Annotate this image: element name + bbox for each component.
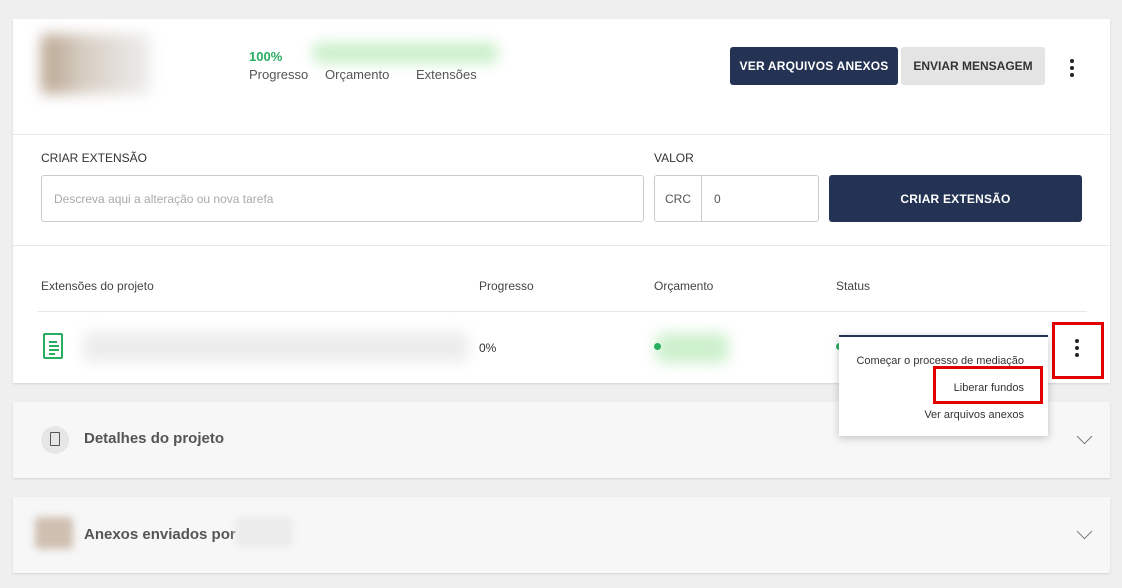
document-icon (43, 333, 63, 359)
details-icon (41, 426, 69, 454)
row-budget-blurred (656, 333, 728, 363)
row-progress: 0% (479, 341, 497, 355)
create-extension-button[interactable]: CRIAR EXTENSÃO (829, 175, 1082, 222)
divider (13, 245, 1110, 246)
chevron-down-icon[interactable] (1076, 428, 1093, 445)
extension-description-input[interactable]: Descreva aqui a alteração ou nova tarefa (41, 175, 644, 222)
table-divider (37, 311, 1087, 312)
stat-budget-label: Orçamento (325, 67, 390, 82)
stat-extensions-label: Extensões (416, 67, 477, 82)
attachments-title: Anexos enviados por (84, 526, 236, 543)
col-header-extensions: Extensões do projeto (41, 279, 154, 293)
budget-status-dot (654, 343, 661, 350)
col-header-status: Status (836, 279, 871, 293)
extension-description-placeholder: Descreva aqui a alteração ou nova tarefa (54, 191, 274, 206)
value-label: VALOR (654, 151, 694, 165)
sender-avatar (35, 517, 73, 549)
project-card: 100% Progresso Orçamento Extensões VER A… (13, 19, 1110, 383)
attachments-section[interactable]: Anexos enviados por (13, 497, 1110, 573)
more-options-icon[interactable] (1070, 59, 1074, 77)
avatar (41, 34, 151, 94)
value-field[interactable]: CRC 0 (654, 175, 819, 222)
sender-name-blurred (235, 517, 293, 547)
extension-title-blurred (83, 332, 468, 362)
progress-percent: 100% (249, 49, 283, 64)
create-extension-label: CRIAR EXTENSÃO (41, 151, 148, 165)
highlight-release-funds (933, 366, 1043, 404)
value-amount: 0 (714, 191, 721, 206)
highlight-row-options (1052, 322, 1104, 379)
col-header-progress: Progresso (479, 279, 534, 293)
col-header-budget: Orçamento (654, 279, 714, 293)
stat-progress-label: Progresso (249, 67, 309, 82)
send-message-button[interactable]: ENVIAR MENSAGEM (901, 47, 1045, 85)
divider (13, 134, 1110, 135)
currency-label: CRC (655, 176, 702, 221)
project-details-title: Detalhes do projeto (84, 430, 225, 447)
view-attachments-button[interactable]: VER ARQUIVOS ANEXOS (730, 47, 898, 85)
chevron-down-icon[interactable] (1076, 523, 1093, 540)
budget-value-blurred (313, 43, 498, 63)
menu-item-view-attachments[interactable]: Ver arquivos anexos (924, 409, 1024, 421)
